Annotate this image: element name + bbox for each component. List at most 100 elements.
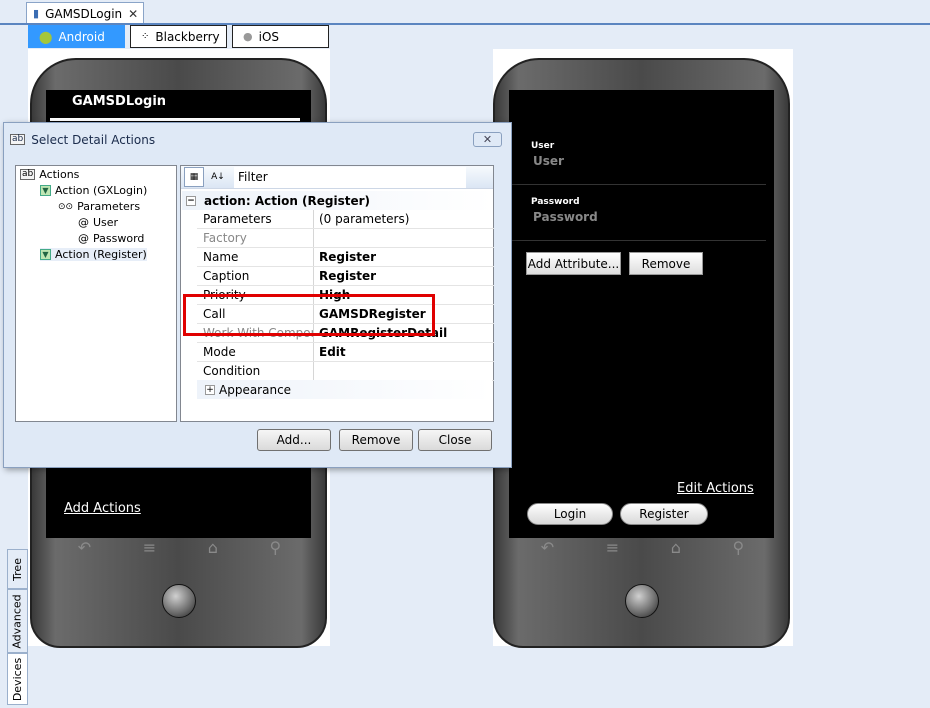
tab-blackberry[interactable]: ⁘ Blackberry (130, 25, 227, 48)
add-attribute-button[interactable]: Add Attribute... (526, 252, 621, 275)
divider (511, 184, 766, 185)
tree-node-action-register[interactable]: ▼ Action (Register) (40, 248, 147, 261)
right-trackball[interactable] (625, 584, 659, 618)
add-actions-link[interactable]: Add Actions (64, 501, 141, 516)
password-field[interactable]: Password (533, 210, 598, 224)
tab-ios-label: iOS (258, 29, 280, 44)
tab-android-label: Android (58, 29, 105, 44)
dialog-app-icon: ab (10, 134, 26, 145)
property-value[interactable]: (0 parameters) (314, 212, 409, 226)
right-phone: User User Password Password Add Attribut… (493, 58, 790, 648)
expand-icon[interactable]: + (205, 384, 215, 395)
property-name: Mode (197, 343, 314, 361)
property-row[interactable]: Condition (197, 362, 494, 381)
tab-advanced-label: Advanced (11, 593, 24, 649)
property-name: Condition (197, 362, 314, 380)
remove-attribute-button[interactable]: Remove (629, 252, 703, 275)
tab-devices[interactable]: Devices (7, 653, 28, 705)
action-icon: ▼ (40, 185, 51, 196)
parameter-icon: @ (78, 232, 89, 245)
tree-node-password[interactable]: @ Password (78, 232, 144, 245)
property-row[interactable]: Parameters (0 parameters) (197, 210, 494, 229)
tree-label: Actions (39, 168, 80, 181)
document-tab[interactable]: ▮ GAMSDLogin ✕ (26, 2, 144, 24)
property-value[interactable]: Edit (314, 345, 346, 359)
property-name: Name (197, 248, 314, 266)
property-name: Parameters (197, 210, 314, 228)
search-icon[interactable]: ⚲ (269, 538, 281, 557)
property-value[interactable]: Register (314, 269, 376, 283)
tab-advanced[interactable]: Advanced (7, 589, 28, 653)
tree-node-action-gxlogin[interactable]: ▼ Action (GXLogin) (40, 184, 147, 197)
platform-tabs: ⬤ Android ⁘ Blackberry ● iOS (28, 25, 329, 48)
blackberry-icon: ⁘ (141, 31, 150, 42)
filter-label: Filter (238, 170, 268, 184)
dialog-title: Select Detail Actions (31, 132, 156, 147)
tree-label: Action (Register) (55, 248, 147, 261)
document-tab-title: GAMSDLogin (45, 6, 123, 21)
edit-actions-link[interactable]: Edit Actions (677, 481, 754, 496)
tab-android[interactable]: ⬤ Android (28, 25, 125, 48)
remove-button[interactable]: Remove (339, 429, 413, 451)
apple-icon: ● (243, 30, 253, 43)
tab-blackberry-label: Blackberry (155, 29, 220, 44)
property-value[interactable]: Register (314, 250, 376, 264)
left-nav-keys: ↶ ≡ ⌂ ⚲ (52, 538, 307, 557)
tree-node-actions[interactable]: ab Actions (20, 168, 79, 181)
back-icon[interactable]: ↶ (78, 538, 91, 557)
category-action-register[interactable]: − action: Action (Register) (182, 191, 493, 210)
tree-node-parameters[interactable]: ⊙⊙ Parameters (58, 200, 140, 213)
divider (511, 240, 766, 241)
menu-icon[interactable]: ≡ (143, 538, 156, 557)
alphabetical-sort-icon[interactable]: A↓ (208, 167, 228, 187)
property-name: Factory (197, 229, 314, 247)
action-icon: ▼ (40, 249, 51, 260)
collapse-icon[interactable]: − (186, 195, 196, 206)
home-icon[interactable]: ⌂ (208, 538, 218, 557)
property-row[interactable]: Name Register (197, 248, 494, 267)
side-tabs: Tree Advanced Devices (7, 549, 28, 705)
password-label: Password (531, 197, 580, 207)
dialog-titlebar: ab Select Detail Actions (4, 123, 511, 156)
tab-ios[interactable]: ● iOS (232, 25, 329, 48)
tree-node-user[interactable]: @ User (78, 216, 118, 229)
close-button[interactable]: Close (418, 429, 492, 451)
add-button[interactable]: Add... (257, 429, 331, 451)
category-appearance[interactable]: + Appearance (197, 380, 492, 399)
user-label: User (531, 141, 555, 151)
property-name: Caption (197, 267, 314, 285)
property-grid-toolbar: ▦ A↓ Filter (181, 166, 493, 189)
left-trackball[interactable] (162, 584, 196, 618)
android-icon: ⬤ (39, 29, 53, 44)
actions-tree: ab Actions ▼ Action (GXLogin) ⊙⊙ Paramet… (15, 165, 177, 422)
category-label: Appearance (219, 382, 292, 397)
tab-tree-label: Tree (11, 557, 25, 581)
categorized-icon[interactable]: ▦ (184, 167, 204, 187)
property-row[interactable]: Caption Register (197, 267, 494, 286)
dialog-close-icon[interactable]: ✕ (473, 132, 502, 147)
register-button[interactable]: Register (620, 503, 708, 525)
login-button[interactable]: Login (527, 503, 613, 525)
property-row[interactable]: Factory (197, 229, 494, 248)
title-underline (50, 118, 300, 121)
menu-icon[interactable]: ≡ (606, 538, 619, 557)
left-phone-title: GAMSDLogin (72, 94, 167, 109)
tree-label: Action (GXLogin) (55, 184, 148, 197)
property-row[interactable]: Mode Edit (197, 343, 494, 362)
back-icon[interactable]: ↶ (541, 538, 554, 557)
home-icon[interactable]: ⌂ (671, 538, 681, 557)
tree-label: User (93, 216, 119, 229)
tab-tree[interactable]: Tree (7, 549, 28, 589)
document-icon: ▮ (33, 7, 40, 20)
right-nav-keys: ↶ ≡ ⌂ ⚲ (515, 538, 770, 557)
tree-label: Parameters (77, 200, 141, 213)
filter-input[interactable]: Filter (234, 166, 466, 188)
category-label: action: Action (Register) (204, 193, 371, 208)
highlight-box (183, 294, 435, 336)
close-tab-icon[interactable]: ✕ (128, 7, 138, 21)
parameter-icon: @ (78, 216, 89, 229)
search-icon[interactable]: ⚲ (732, 538, 744, 557)
actions-icon: ab (20, 169, 36, 180)
user-field[interactable]: User (533, 154, 564, 168)
tree-label: Password (93, 232, 145, 245)
